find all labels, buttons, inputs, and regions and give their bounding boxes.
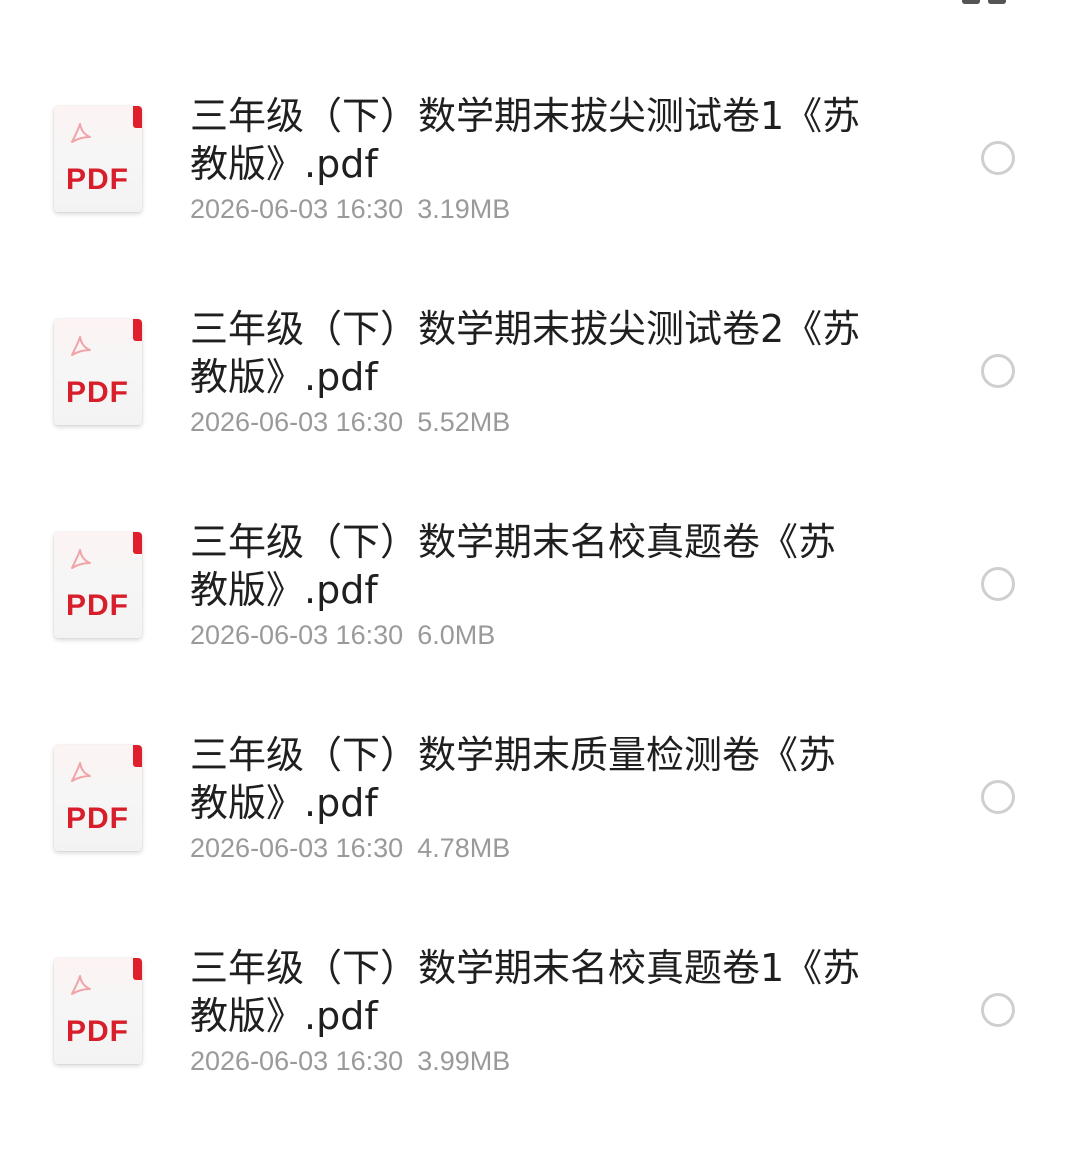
- file-meta: 2026-06-03 16:30 3.19MB: [190, 193, 510, 225]
- file-name: 三年级（下）数学期末质量检测卷《苏教版》.pdf: [190, 733, 837, 825]
- select-radio-button[interactable]: [981, 141, 1015, 175]
- file-meta: 2026-06-03 16:30 4.78MB: [190, 832, 510, 864]
- grid-view-icon[interactable]: [962, 0, 1010, 8]
- file-row[interactable]: PDF 三年级（下）数学期末质量检测卷《苏教版》.pdf 2026-06-03 …: [0, 705, 1080, 918]
- select-radio-button[interactable]: [981, 354, 1015, 388]
- file-size: 3.99MB: [417, 1046, 511, 1076]
- acrobat-logo-icon: [71, 336, 91, 356]
- file-date: 2026-06-03 16:30: [190, 620, 404, 650]
- pdf-file-icon: PDF: [54, 532, 142, 638]
- file-type-label: PDF: [66, 376, 129, 409]
- acrobat-logo-icon: [71, 123, 91, 143]
- pdf-file-icon: PDF: [54, 745, 142, 851]
- file-meta: 2026-06-03 16:30 3.99MB: [190, 1045, 510, 1077]
- file-list: PDF 三年级（下）数学期末拔尖测试卷1《苏教版》.pdf 2026-06-03…: [0, 66, 1080, 1131]
- file-row[interactable]: PDF 三年级（下）数学期末拔尖测试卷2《苏教版》.pdf 2026-06-03…: [0, 279, 1080, 492]
- file-size: 5.52MB: [417, 407, 511, 437]
- file-row[interactable]: PDF 三年级（下）数学期末名校真题卷1《苏教版》.pdf 2026-06-03…: [0, 918, 1080, 1131]
- file-name: 三年级（下）数学期末拔尖测试卷1《苏教版》.pdf: [190, 94, 861, 186]
- file-row[interactable]: PDF 三年级（下）数学期末名校真题卷《苏教版》.pdf 2026-06-03 …: [0, 492, 1080, 705]
- file-date: 2026-06-03 16:30: [190, 194, 404, 224]
- file-name: 三年级（下）数学期末名校真题卷《苏教版》.pdf: [190, 520, 837, 612]
- select-radio-button[interactable]: [981, 567, 1015, 601]
- file-meta: 2026-06-03 16:30 5.52MB: [190, 406, 510, 438]
- file-name: 三年级（下）数学期末名校真题卷1《苏教版》.pdf: [190, 946, 861, 1038]
- file-date: 2026-06-03 16:30: [190, 833, 404, 863]
- file-type-label: PDF: [66, 802, 129, 835]
- file-meta: 2026-06-03 16:30 6.0MB: [190, 619, 495, 651]
- acrobat-logo-icon: [71, 975, 91, 995]
- file-size: 4.78MB: [417, 833, 511, 863]
- acrobat-logo-icon: [71, 762, 91, 782]
- file-type-label: PDF: [66, 589, 129, 622]
- pdf-file-icon: PDF: [54, 319, 142, 425]
- file-size: 6.0MB: [417, 620, 496, 650]
- file-size: 3.19MB: [417, 194, 511, 224]
- acrobat-logo-icon: [71, 549, 91, 569]
- select-radio-button[interactable]: [981, 993, 1015, 1027]
- file-type-label: PDF: [66, 163, 129, 196]
- file-date: 2026-06-03 16:30: [190, 1046, 404, 1076]
- select-radio-button[interactable]: [981, 780, 1015, 814]
- file-row[interactable]: PDF 三年级（下）数学期末拔尖测试卷1《苏教版》.pdf 2026-06-03…: [0, 66, 1080, 279]
- pdf-file-icon: PDF: [54, 958, 142, 1064]
- file-date: 2026-06-03 16:30: [190, 407, 404, 437]
- file-name: 三年级（下）数学期末拔尖测试卷2《苏教版》.pdf: [190, 307, 861, 399]
- pdf-file-icon: PDF: [54, 106, 142, 212]
- file-type-label: PDF: [66, 1015, 129, 1048]
